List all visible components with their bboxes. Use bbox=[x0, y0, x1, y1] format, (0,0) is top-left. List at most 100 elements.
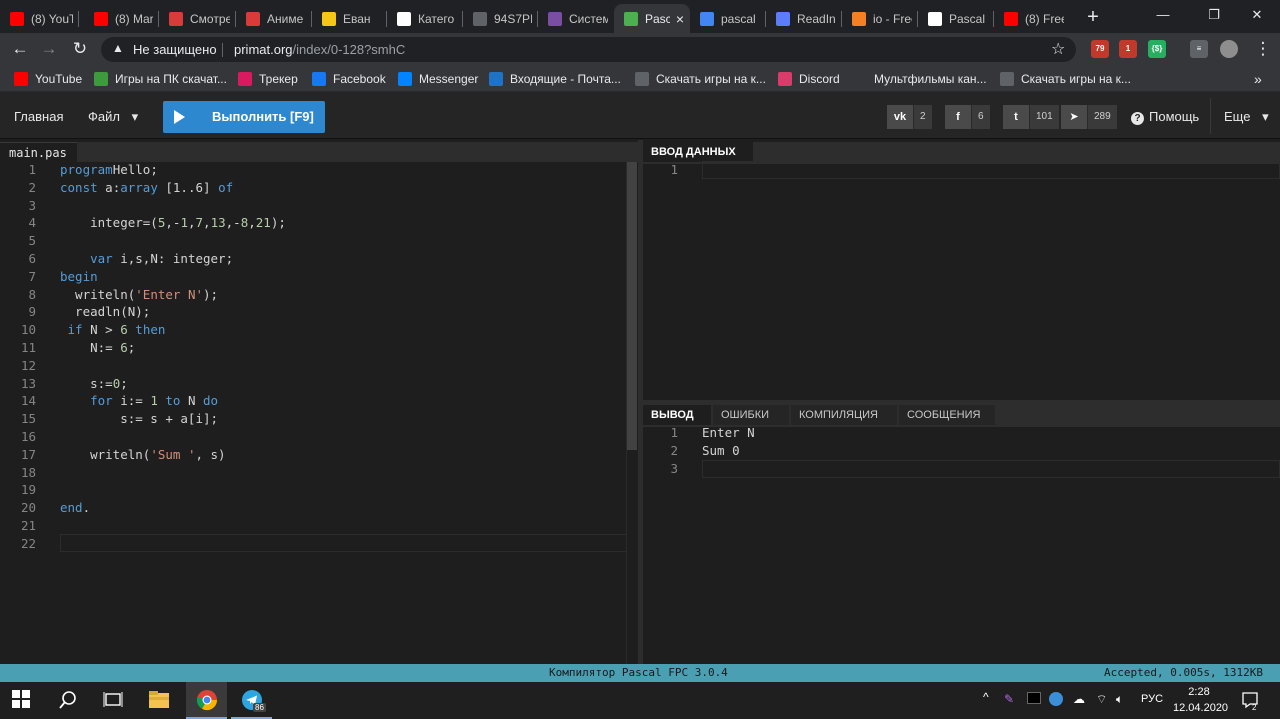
code-token: 'Sum ' bbox=[150, 446, 196, 462]
editor-file-tab[interactable]: main.pas bbox=[0, 142, 77, 162]
pen-icon[interactable]: ✎ bbox=[1004, 692, 1014, 706]
share-button[interactable]: ➤ 289 bbox=[1061, 105, 1117, 129]
code-line: 18 bbox=[0, 464, 638, 482]
nvidia-icon[interactable] bbox=[1027, 692, 1041, 704]
more-label: Еще bbox=[1224, 109, 1251, 124]
editor-scrollbar-thumb[interactable] bbox=[627, 162, 637, 450]
browser-tab[interactable]: Смотре bbox=[159, 4, 236, 33]
browser-tab[interactable]: (8) Mar bbox=[84, 4, 159, 33]
browser-tab[interactable]: Pascal P bbox=[918, 4, 994, 33]
windows-start-icon[interactable] bbox=[12, 690, 34, 712]
code-token: for bbox=[90, 393, 113, 409]
tab-messages[interactable]: СООБЩЕНИЯ bbox=[899, 405, 995, 425]
wifi-icon[interactable]: ⌔ bbox=[1096, 692, 1107, 707]
tab-title: Pascal P bbox=[949, 11, 988, 26]
browser-tab[interactable]: Pasc × bbox=[614, 4, 690, 33]
browser-tab[interactable]: (8) YouT bbox=[0, 4, 79, 33]
browser-tab[interactable]: io - Free bbox=[842, 4, 918, 33]
google-icon bbox=[700, 11, 714, 26]
youtube-icon bbox=[1004, 11, 1018, 26]
volume-icon[interactable]: 🔈︎ bbox=[1116, 692, 1123, 707]
browser-tab[interactable]: (8) Free bbox=[994, 4, 1070, 33]
tab-output[interactable]: ВЫВОД bbox=[643, 405, 711, 425]
insecure-label[interactable]: Не защищено bbox=[133, 42, 217, 57]
tab-errors[interactable]: ОШИБКИ bbox=[713, 405, 789, 425]
share-button[interactable]: t 101 bbox=[1003, 105, 1059, 129]
search-icon[interactable] bbox=[58, 690, 80, 712]
close-tab-icon[interactable]: × bbox=[676, 11, 684, 27]
share-button[interactable]: vk 2 bbox=[887, 105, 932, 129]
chrome-icon[interactable] bbox=[196, 689, 218, 711]
bookmark-item[interactable]: Messenger bbox=[398, 70, 478, 87]
share-button[interactable]: f6 bbox=[945, 105, 990, 129]
browser-tab[interactable]: Еван bbox=[312, 4, 387, 33]
bookmark-item[interactable]: Мультфильмы кан... bbox=[853, 70, 987, 87]
task-view-icon[interactable] bbox=[103, 690, 125, 712]
input-panel[interactable] bbox=[643, 140, 1280, 402]
line-number: 22 bbox=[20, 535, 36, 551]
bookmark-item[interactable]: YouTube bbox=[14, 70, 82, 87]
new-tab-button[interactable]: + bbox=[1083, 6, 1103, 29]
bookmark-item[interactable]: Скачать игры на к... bbox=[635, 70, 766, 87]
playlist-icon[interactable]: ≡ bbox=[1190, 40, 1208, 58]
tab-input-data[interactable]: ВВОД ДАННЫХ bbox=[643, 142, 753, 162]
browser-tab[interactable]: Систем bbox=[538, 4, 614, 33]
close-window-button[interactable]: ✕ bbox=[1234, 4, 1280, 26]
tray-chevron-icon[interactable]: ^ bbox=[983, 690, 989, 704]
bookmark-item[interactable]: Facebook bbox=[312, 70, 386, 87]
file-explorer-icon[interactable] bbox=[148, 689, 170, 711]
code-line: 12 bbox=[0, 357, 638, 375]
compiler-info: Компилятор Pascal FPC 3.0.4 bbox=[549, 666, 728, 679]
more-menu[interactable]: Еще ▾ bbox=[1224, 109, 1269, 125]
user-avatar-icon[interactable] bbox=[1220, 40, 1238, 58]
code-text: programHello; bbox=[60, 161, 158, 179]
line-number: 16 bbox=[20, 429, 36, 444]
code-line: 19 bbox=[0, 481, 638, 499]
browser-tab[interactable]: Катего bbox=[387, 4, 463, 33]
bookmarks-more-button[interactable]: » bbox=[1254, 70, 1262, 87]
facebook-icon: f bbox=[945, 105, 971, 129]
clock[interactable]: 2:28 12.04.2020 bbox=[1173, 684, 1228, 716]
browser-tab[interactable]: pascal bbox=[690, 4, 766, 33]
maximize-button[interactable]: ❐ bbox=[1191, 4, 1237, 26]
telegram-icon: ➤ bbox=[1061, 105, 1087, 129]
adblock-icon[interactable]: 1 bbox=[1119, 40, 1137, 58]
onedrive-icon[interactable]: ☁ bbox=[1073, 692, 1085, 706]
file-menu[interactable]: Файл ▾ bbox=[88, 109, 138, 125]
games-icon bbox=[94, 71, 108, 86]
warning-icon[interactable]: ▲ bbox=[112, 41, 124, 55]
browser-tab[interactable]: 94S7PI bbox=[463, 4, 538, 33]
forward-button[interactable]: → bbox=[38, 38, 60, 60]
code-token: [1..6] bbox=[157, 179, 219, 195]
address-separator bbox=[222, 43, 223, 57]
address-url[interactable]: primat.org/index/0-128?smhC bbox=[234, 42, 405, 57]
tab-title: pascal bbox=[721, 11, 756, 26]
tab-compilation[interactable]: КОМПИЛЯЦИЯ bbox=[791, 405, 897, 425]
minimize-button[interactable]: — bbox=[1140, 4, 1186, 26]
browser-tab[interactable]: Аниме bbox=[236, 4, 312, 33]
browser-tab[interactable]: ReadIn bbox=[766, 4, 842, 33]
bookmark-item[interactable]: Discord bbox=[778, 70, 840, 87]
bookmark-item[interactable]: Трекер bbox=[238, 70, 298, 87]
bookmark-item[interactable]: Входящие - Почта... bbox=[489, 70, 621, 87]
line-number: 10 bbox=[20, 322, 36, 338]
code-line: 16 bbox=[0, 428, 638, 446]
json-icon[interactable]: {$} bbox=[1148, 40, 1166, 58]
run-button[interactable]: Выполнить [F9] bbox=[163, 101, 325, 133]
ublock-icon[interactable]: 79 bbox=[1091, 40, 1109, 58]
bookmark-item[interactable]: Игры на ПК скачат... bbox=[94, 70, 227, 87]
help-link[interactable]: ? Помощь bbox=[1131, 109, 1199, 125]
code-token: i,s,N: integer; bbox=[112, 251, 234, 266]
tab-title: (8) Mar bbox=[115, 11, 153, 26]
network-status-icon[interactable] bbox=[1049, 692, 1063, 706]
home-link[interactable]: Главная bbox=[14, 109, 63, 124]
browser-menu-button[interactable]: ⋮ bbox=[1252, 38, 1274, 60]
language-indicator[interactable]: РУС bbox=[1141, 693, 1163, 705]
bookmark-star-icon[interactable]: ☆ bbox=[1051, 39, 1065, 59]
reload-button[interactable]: ↻ bbox=[69, 38, 91, 60]
back-button[interactable]: ← bbox=[9, 38, 31, 60]
bookmark-item[interactable]: Скачать игры на к... bbox=[1000, 70, 1131, 87]
anime-site-icon bbox=[246, 11, 260, 26]
skull-icon bbox=[397, 11, 411, 26]
